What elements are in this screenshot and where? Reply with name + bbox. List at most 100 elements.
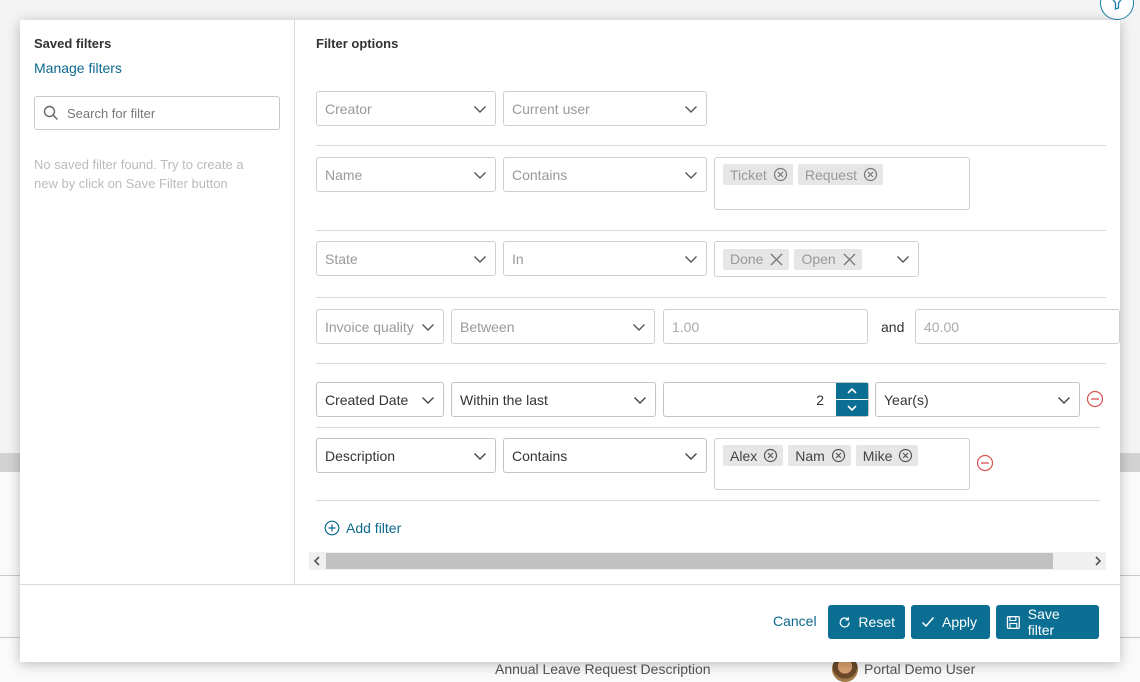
operator-select-name[interactable]: Contains <box>503 157 707 192</box>
tag-input-name[interactable]: Ticket Request <box>714 157 970 210</box>
horizontal-scrollbar[interactable] <box>309 552 1106 570</box>
filter-toggle-button[interactable] <box>1100 0 1134 20</box>
tag: Request <box>797 164 883 185</box>
cancel-link[interactable]: Cancel <box>773 613 817 629</box>
chevron-down-icon <box>474 452 486 460</box>
filter-search-input[interactable] <box>67 105 267 121</box>
operator-select-created-date[interactable]: Within the last <box>451 382 656 417</box>
operator-select-invoice-quality[interactable]: Between <box>451 309 655 344</box>
operator-select-label: Between <box>460 318 515 335</box>
apply-label: Apply <box>942 614 978 630</box>
chevron-down-icon <box>685 105 697 113</box>
tag-input-description[interactable]: Alex Nam Mike <box>714 438 970 490</box>
row-divider <box>316 297 1106 298</box>
field-select-name[interactable]: Name <box>316 157 496 192</box>
manage-filters-link[interactable]: Manage filters <box>34 60 122 76</box>
tag: Ticket <box>723 164 793 185</box>
remove-tag-icon[interactable] <box>763 448 778 463</box>
unit-select[interactable]: Year(s) <box>875 382 1080 417</box>
chevron-down-icon <box>685 255 697 263</box>
field-select-label: Invoice quality <box>325 318 414 335</box>
tag-label: Done <box>730 251 764 267</box>
row-divider <box>316 427 1100 428</box>
tag: Open <box>794 248 862 270</box>
reset-button[interactable]: Reset <box>828 605 905 639</box>
field-select-description[interactable]: Description <box>316 438 496 473</box>
filter-search-box[interactable] <box>34 96 280 130</box>
operator-select-label: Contains <box>512 447 568 464</box>
refresh-icon <box>839 616 850 628</box>
filter-options-panel: Filter options Creator Current user Name… <box>296 20 1120 584</box>
operator-select-label: Current user <box>512 100 590 117</box>
field-select-state[interactable]: State <box>316 241 496 276</box>
reset-label: Reset <box>858 614 895 630</box>
field-select-label: State <box>325 250 358 267</box>
chevron-down-icon <box>633 323 645 331</box>
close-icon[interactable] <box>842 252 857 267</box>
field-select-invoice-quality[interactable]: Invoice quality <box>316 309 444 344</box>
filter-dialog: Saved filters Manage filters No saved fi… <box>20 20 1120 662</box>
range-to-input[interactable]: 40.00 <box>915 309 1120 344</box>
remove-tag-icon[interactable] <box>863 167 878 182</box>
amount-value[interactable]: 2 <box>664 383 836 416</box>
filter-options-title: Filter options <box>316 36 399 51</box>
multiselect-state[interactable]: Done Open <box>714 241 919 277</box>
chevron-up-icon <box>847 387 857 394</box>
search-icon <box>43 105 58 120</box>
remove-tag-icon[interactable] <box>831 448 846 463</box>
apply-button[interactable]: Apply <box>911 605 990 639</box>
operator-select-state[interactable]: In <box>503 241 707 276</box>
chevron-down-icon <box>422 396 434 404</box>
scroll-right-button[interactable] <box>1090 552 1106 570</box>
close-icon[interactable] <box>769 252 784 267</box>
chevron-down-icon <box>422 323 434 331</box>
chevron-down-icon[interactable] <box>896 252 910 266</box>
chevron-down-icon <box>474 105 486 113</box>
chevron-down-icon <box>474 171 486 179</box>
remove-tag-icon[interactable] <box>773 167 788 182</box>
field-select-label: Name <box>325 166 363 183</box>
scrollbar-thumb[interactable] <box>326 553 1053 569</box>
add-filter-label: Add filter <box>346 520 402 536</box>
tag: Nam <box>788 445 851 466</box>
field-select-label: Creator <box>325 100 372 117</box>
range-from-input[interactable]: 1.00 <box>663 309 868 344</box>
tag-label: Ticket <box>730 166 767 183</box>
operator-select-description[interactable]: Contains <box>503 438 707 473</box>
tag-label: Nam <box>795 447 825 464</box>
stepper-buttons <box>836 383 868 416</box>
remove-filter-icon[interactable] <box>976 454 994 472</box>
saved-filters-title: Saved filters <box>34 36 112 51</box>
decrement-button[interactable] <box>836 400 868 416</box>
add-filter-button[interactable]: Add filter <box>324 520 401 536</box>
increment-button[interactable] <box>836 383 868 400</box>
tag-label: Open <box>801 251 836 267</box>
operator-select-label: Contains <box>512 166 568 183</box>
tag: Mike <box>855 445 919 466</box>
chevron-down-icon <box>634 396 646 404</box>
scroll-left-button[interactable] <box>309 552 325 570</box>
tag: Alex <box>723 445 784 466</box>
chevron-down-icon <box>474 255 486 263</box>
background-description[interactable]: Annual Leave Request Description <box>495 661 711 677</box>
chevron-down-icon <box>1058 396 1070 404</box>
operator-select-label: Within the last <box>460 391 548 408</box>
row-divider <box>316 145 1106 146</box>
dialog-footer: Cancel Reset Apply Save filter <box>20 584 1120 662</box>
field-select-creator[interactable]: Creator <box>316 91 496 126</box>
amount-stepper[interactable]: 2 <box>663 382 869 417</box>
saved-filters-panel: Saved filters Manage filters No saved fi… <box>20 20 295 584</box>
row-divider <box>316 363 1106 364</box>
remove-tag-icon[interactable] <box>898 448 913 463</box>
and-label: and <box>881 319 905 335</box>
chevron-down-icon <box>847 405 857 412</box>
save-filter-label: Save filter <box>1027 606 1060 638</box>
tag: Done <box>723 248 790 270</box>
chevron-down-icon <box>685 171 697 179</box>
operator-select-creator[interactable]: Current user <box>503 91 707 126</box>
remove-filter-icon[interactable] <box>1086 390 1104 408</box>
field-select-created-date[interactable]: Created Date <box>316 382 444 417</box>
chevron-down-icon <box>685 452 697 460</box>
save-filter-button[interactable]: Save filter <box>996 605 1099 639</box>
save-icon <box>1006 615 1020 629</box>
